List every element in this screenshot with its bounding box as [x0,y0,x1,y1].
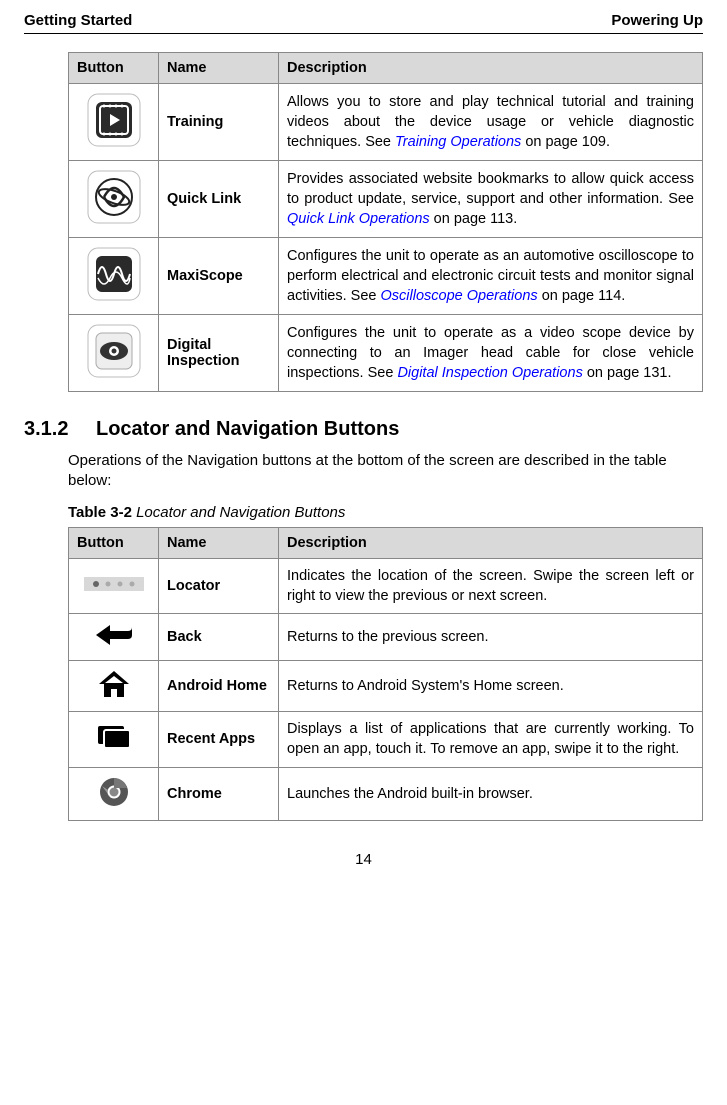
button-cell [69,712,159,768]
th-button: Button [69,527,159,558]
button-cell [69,661,159,712]
button-cell [69,767,159,820]
th-name: Name [159,53,279,84]
button-cell [69,315,159,392]
caption-bold: Table 3-2 [68,504,132,521]
header-right: Powering Up [611,12,703,29]
desc-cell: Allows you to store and play technical t… [279,84,703,161]
name-cell: Android Home [159,661,279,712]
table-row: Android Home Returns to Android System's… [69,661,703,712]
table-row: Chrome Launches the Android built-in bro… [69,767,703,820]
link-text[interactable]: Quick Link Operations [287,211,430,227]
page-header: Getting Started Powering Up [24,12,703,34]
name-cell: Back [159,614,279,661]
section-title: Locator and Navigation Buttons [96,418,399,441]
desc-text: on page 109. [521,134,610,150]
link-text[interactable]: Digital Inspection Operations [397,365,582,381]
maxiscope-icon [86,246,142,302]
digital-inspection-icon [86,323,142,379]
button-cell [69,558,159,614]
button-cell [69,161,159,238]
th-desc: Description [279,53,703,84]
home-icon [97,669,131,699]
paragraph: Operations of the Navigation buttons at … [68,451,703,492]
chrome-icon [98,776,130,808]
desc-text: on page 131. [583,365,672,381]
caption-ital: Locator and Navigation Buttons [132,504,345,521]
section-heading: 3.1.2 Locator and Navigation Buttons [24,418,703,441]
table-2: Button Name Description Locator Indicate… [68,527,703,821]
desc-text: on page 114. [538,288,626,304]
desc-cell: Provides associated website bookmarks to… [279,161,703,238]
page-number: 14 [24,851,703,868]
table-row: Back Returns to the previous screen. [69,614,703,661]
training-icon [86,92,142,148]
desc-cell: Displays a list of applications that are… [279,712,703,768]
desc-cell: Returns to Android System's Home screen. [279,661,703,712]
th-button: Button [69,53,159,84]
name-cell: Locator [159,558,279,614]
back-icon [94,622,134,648]
link-text[interactable]: Oscilloscope Operations [381,288,538,304]
th-desc: Description [279,527,703,558]
name-cell: Training [159,84,279,161]
desc-cell: Indicates the location of the screen. Sw… [279,558,703,614]
name-cell: MaxiScope [159,238,279,315]
table-1: Button Name Description Training Allows … [68,52,703,392]
desc-cell: Configures the unit to operate as a vide… [279,315,703,392]
link-text[interactable]: Training Operations [395,134,521,150]
th-name: Name [159,527,279,558]
desc-text: Provides associated website bookmarks to… [287,171,694,207]
name-cell: Chrome [159,767,279,820]
table-row: Quick Link Provides associated website b… [69,161,703,238]
desc-cell: Returns to the previous screen. [279,614,703,661]
header-left: Getting Started [24,12,132,29]
name-cell: Digital Inspection [159,315,279,392]
table-row: Recent Apps Displays a list of applicati… [69,712,703,768]
button-cell [69,238,159,315]
table-row: Training Allows you to store and play te… [69,84,703,161]
desc-text: on page 113. [430,211,518,227]
locator-icon [84,575,144,593]
table-row: Digital Inspection Configures the unit t… [69,315,703,392]
button-cell [69,614,159,661]
desc-cell: Configures the unit to operate as an aut… [279,238,703,315]
section-number: 3.1.2 [24,418,96,441]
table-caption: Table 3-2 Locator and Navigation Buttons [68,504,703,521]
name-cell: Recent Apps [159,712,279,768]
table-row: Locator Indicates the location of the sc… [69,558,703,614]
name-cell: Quick Link [159,161,279,238]
desc-cell: Launches the Android built-in browser. [279,767,703,820]
quick-link-icon [86,169,142,225]
button-cell [69,84,159,161]
recent-apps-icon [94,722,134,752]
table-row: MaxiScope Configures the unit to operate… [69,238,703,315]
page-content: Button Name Description Training Allows … [24,52,703,821]
